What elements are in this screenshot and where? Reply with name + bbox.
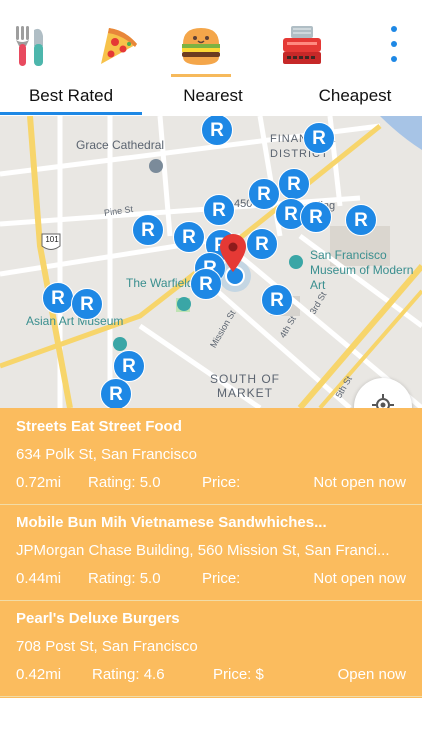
restaurant-name: Mobile Bun Mih Vietnamese Sandwhiches... <box>16 514 327 531</box>
restaurant-marker[interactable]: R <box>261 284 293 316</box>
restaurant-marker[interactable]: R <box>300 201 332 233</box>
restaurant-address: JPMorgan Chase Building, 560 Mission St,… <box>16 542 390 559</box>
results-list: Streets Eat Street Food 634 Polk St, San… <box>0 408 422 698</box>
restaurant-status: Not open now <box>313 570 406 587</box>
restaurant-distance: 0.42mi <box>16 666 62 683</box>
category-bar <box>0 0 422 80</box>
restaurant-distance: 0.44mi <box>16 570 62 587</box>
restaurant-marker[interactable]: R <box>190 268 222 300</box>
tab-best-rated[interactable]: Best Rated <box>0 86 142 112</box>
restaurant-status: Not open now <box>313 474 406 491</box>
sort-tabs: Best Rated Nearest Cheapest <box>0 80 422 116</box>
restaurant-marker[interactable]: R <box>132 214 164 246</box>
footer-spacer <box>0 698 422 750</box>
map-label: San Francisco Museum of Modern Art <box>310 248 414 292</box>
cake-icon <box>283 26 321 64</box>
category-pizza-button[interactable] <box>88 18 148 74</box>
restaurant-marker[interactable]: R <box>42 282 74 314</box>
restaurant-marker[interactable]: R <box>248 178 280 210</box>
tab-cheapest[interactable]: Cheapest <box>284 86 422 112</box>
fork-knife-icon <box>16 26 43 66</box>
restaurant-marker[interactable]: R <box>246 228 278 260</box>
category-all-button[interactable] <box>0 18 60 74</box>
map-view[interactable]: Grace Cathedral FINANCIAL DISTRICT Pine … <box>0 116 422 408</box>
restaurant-marker[interactable]: R <box>173 221 205 253</box>
category-burger-button[interactable] <box>171 18 231 77</box>
restaurant-marker[interactable]: R <box>345 204 377 236</box>
map-label: SOUTH OF MARKET <box>210 372 280 400</box>
tab-nearest[interactable]: Nearest <box>142 86 284 112</box>
restaurant-name: Streets Eat Street Food <box>16 418 182 435</box>
restaurant-price: Price: $ <box>213 666 264 683</box>
restaurant-name: Pearl's Deluxe Burgers <box>16 610 180 627</box>
restaurant-rating: Rating: 5.0 <box>88 570 161 587</box>
active-tab-indicator <box>0 112 142 115</box>
map-label: 101 <box>45 235 59 244</box>
restaurant-price: Price: <box>202 570 241 587</box>
restaurant-marker[interactable]: R <box>278 168 310 200</box>
map-pin-icon[interactable] <box>220 234 246 272</box>
restaurant-distance: 0.72mi <box>16 474 62 491</box>
restaurant-marker[interactable]: R <box>100 378 132 408</box>
restaurant-marker[interactable]: R <box>203 194 235 226</box>
list-item[interactable]: Mobile Bun Mih Vietnamese Sandwhiches...… <box>0 504 422 601</box>
map-label: Asian Art Museum <box>26 314 124 328</box>
restaurant-status: Open now <box>337 666 406 683</box>
restaurant-address: 708 Post St, San Francisco <box>16 638 198 655</box>
map-label: Grace Cathedral <box>76 138 165 152</box>
restaurant-rating: Rating: 5.0 <box>88 474 161 491</box>
map-label: The Warfield <box>126 276 194 290</box>
restaurant-rating: Rating: 4.6 <box>92 666 165 683</box>
restaurant-price: Price: <box>202 474 241 491</box>
list-item[interactable]: Streets Eat Street Food 634 Polk St, San… <box>0 408 422 505</box>
burger-icon <box>182 28 220 65</box>
restaurant-address: 634 Polk St, San Francisco <box>16 446 197 463</box>
restaurant-marker[interactable]: R <box>303 122 335 154</box>
category-dessert-button[interactable] <box>272 18 332 74</box>
list-item[interactable]: Pearl's Deluxe Burgers 708 Post St, San … <box>0 600 422 697</box>
pizza-icon <box>101 28 137 64</box>
restaurant-marker[interactable]: R <box>71 288 103 320</box>
more-options-icon[interactable] <box>382 26 406 62</box>
